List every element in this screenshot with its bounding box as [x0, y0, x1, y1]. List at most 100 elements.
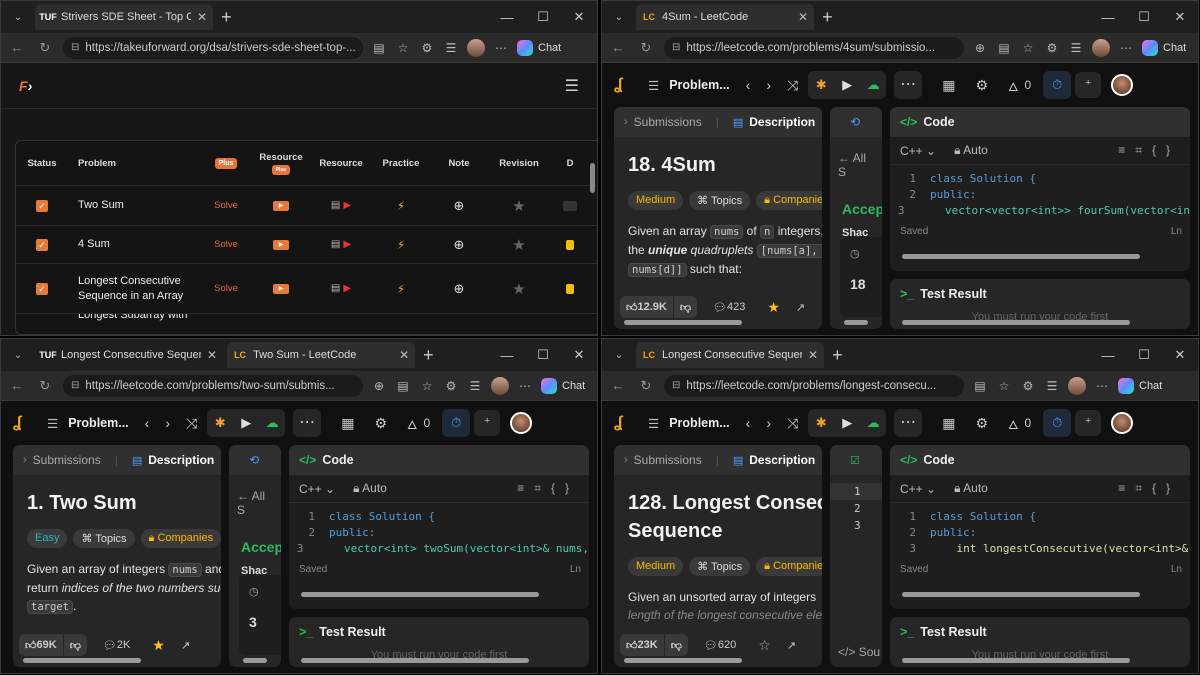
more-icon[interactable]: ⋯ — [1114, 41, 1138, 55]
revision-star-icon[interactable]: ★ — [512, 280, 525, 298]
youtube-icon[interactable]: ▶ — [343, 200, 351, 211]
site-info-icon[interactable]: ⊟ — [672, 380, 680, 391]
add-note-icon[interactable]: ⊕ — [454, 198, 465, 214]
history-icon[interactable]: ⟲ — [229, 445, 281, 475]
tab-description[interactable]: ▤ Description — [733, 115, 815, 129]
favorites-icon[interactable]: ☰ — [463, 379, 487, 393]
article-icon[interactable]: ▤ — [331, 200, 340, 211]
more-icon[interactable]: ⋯ — [1090, 379, 1114, 393]
copilot-chat-button[interactable]: Chat — [517, 39, 561, 56]
site-info-icon[interactable]: ⊟ — [672, 42, 680, 53]
horizontal-scrollbar[interactable] — [23, 658, 141, 663]
share-icon[interactable]: ↗ — [181, 639, 190, 652]
checkbox-icon[interactable]: ☑ — [830, 445, 882, 475]
address-bar[interactable]: ⊟ https://takeuforward.org/dsa/strivers-s… — [63, 36, 363, 59]
source-tab[interactable]: </> Sou — [838, 645, 880, 659]
tab-actions-menu[interactable]: ⌄ — [5, 344, 31, 366]
like-button[interactable]: 👍︎ 69K — [19, 634, 63, 656]
refresh-button[interactable]: ↻ — [33, 40, 57, 56]
plus-video-icon[interactable]: ▶ — [273, 200, 289, 211]
next-problem-icon[interactable]: › — [766, 415, 771, 431]
maximize-button[interactable]: ☐ — [1126, 9, 1162, 25]
solve-link[interactable]: Solve — [214, 283, 238, 294]
extensions-icon[interactable]: ⚙ — [1040, 41, 1064, 55]
code-lines[interactable]: 1 class Solution { 2 public: 3 int longest… — [890, 503, 1190, 557]
test-result-header[interactable]: >_ Test Result — [890, 279, 1190, 309]
youtube-icon[interactable]: ▶ — [343, 283, 351, 294]
prev-problem-icon[interactable]: ‹ — [145, 415, 150, 431]
horizontal-scrollbar[interactable] — [624, 320, 742, 325]
problem-list-button[interactable]: ☰ Problem... — [648, 78, 730, 93]
settings-gear-icon[interactable]: ⚙ — [374, 415, 387, 432]
more-icon[interactable]: ⋯ — [489, 41, 513, 55]
solve-link[interactable]: Solve — [214, 200, 238, 211]
more-options-button[interactable]: ⋯ — [894, 71, 923, 99]
settings-gear-icon[interactable]: ⚙ — [975, 77, 988, 94]
horizontal-scrollbar[interactable] — [301, 658, 529, 663]
debug-icon[interactable]: ✱ — [808, 415, 834, 431]
profile-avatar[interactable] — [1068, 376, 1086, 395]
reader-icon[interactable]: ▤ — [992, 41, 1016, 55]
revision-star-icon[interactable]: ★ — [512, 197, 525, 215]
tab-longest-consecutive-tuf[interactable]: TUF Longest Consecutive Sequence in ✕ — [35, 342, 223, 368]
user-avatar[interactable] — [1111, 74, 1134, 96]
add-user-icon[interactable]: ⁺ — [1075, 72, 1102, 98]
tab-submissions[interactable]: › Submissions — [624, 115, 702, 129]
tab-submissions[interactable]: › Submissions — [624, 453, 702, 467]
topics-chip[interactable]: ⌘ Topics — [689, 557, 751, 576]
youtube-icon[interactable]: ▶ — [343, 239, 351, 250]
debug-icon[interactable]: ✱ — [808, 77, 834, 93]
refresh-button[interactable]: ↻ — [33, 378, 57, 394]
run-icon[interactable]: ▶ — [834, 77, 860, 93]
streak-counter[interactable]: 🜂 0 — [407, 411, 430, 436]
favorite-star-icon[interactable]: ☆ — [1016, 41, 1040, 55]
close-tab-icon[interactable]: ✕ — [399, 348, 409, 362]
share-icon[interactable]: ↗ — [796, 301, 805, 314]
autocomplete-toggle[interactable]: 🔒︎ Auto — [954, 143, 988, 158]
extensions-icon[interactable]: ⚙ — [439, 379, 463, 393]
maximize-button[interactable]: ☐ — [525, 9, 561, 25]
test-result-header[interactable]: >_ Test Result — [289, 617, 589, 647]
close-tab-icon[interactable]: ✕ — [197, 10, 207, 24]
test-result-header[interactable]: >_ Test Result — [890, 617, 1190, 647]
plus-video-icon[interactable]: ▶ — [273, 283, 289, 294]
tab-actions-menu[interactable]: ⌄ — [606, 344, 632, 366]
minimize-button[interactable]: — — [1090, 348, 1126, 363]
tab-longest-consecutive[interactable]: LC Longest Consecutive Sequence - L ✕ — [636, 342, 825, 368]
code-lines[interactable]: 1 class Solution { 2 public: 3 vector<int>… — [289, 503, 589, 557]
back-button[interactable]: ← — [5, 40, 29, 55]
favorite-star-icon[interactable]: ★ — [152, 637, 165, 654]
address-bar[interactable]: ⊟ https://leetcode.com/problems/4sum/subm… — [664, 36, 964, 59]
code-lines[interactable]: 1 class Solution { 2 public: 3 vector<vect… — [890, 165, 1190, 219]
address-bar[interactable]: ⊟ https://leetcode.com/problems/longest-c… — [664, 374, 964, 397]
hamburger-menu-icon[interactable]: ☰ — [565, 76, 579, 96]
favorite-star-icon[interactable]: ☆ — [758, 637, 771, 654]
add-note-icon[interactable]: ⊕ — [454, 281, 465, 297]
problem-name[interactable]: Two Sum — [68, 198, 200, 213]
copilot-chat-button[interactable]: Chat — [1142, 39, 1186, 56]
timer-icon[interactable]: ⏱ — [1043, 71, 1072, 99]
reader-icon[interactable]: ▤ — [968, 379, 992, 393]
tab-actions-menu[interactable]: ⌄ — [5, 6, 31, 28]
next-problem-icon[interactable]: › — [766, 77, 771, 93]
like-button[interactable]: 👍︎ 23K — [620, 634, 664, 656]
prev-problem-icon[interactable]: ‹ — [746, 77, 751, 93]
article-icon[interactable]: ▤ — [331, 283, 340, 294]
autocomplete-toggle[interactable]: 🔒︎ Auto — [353, 481, 387, 496]
back-button[interactable]: ← — [5, 378, 29, 393]
language-select[interactable]: C++ ⌄ — [900, 144, 936, 158]
solve-link[interactable]: Solve — [214, 239, 238, 250]
horizontal-scrollbar[interactable] — [902, 658, 1130, 663]
leetcode-logo-icon[interactable]: ʆ — [614, 76, 638, 94]
tab-description[interactable]: ▤ Description — [132, 453, 214, 467]
back-button[interactable]: ← — [606, 378, 630, 393]
shuffle-icon[interactable]: ⤨ — [787, 415, 798, 432]
extensions-icon[interactable]: ⚙ — [415, 41, 439, 55]
copilot-chat-button[interactable]: Chat — [541, 377, 585, 394]
maximize-button[interactable]: ☐ — [1126, 347, 1162, 363]
back-button[interactable]: ← — [606, 40, 630, 55]
close-window-button[interactable]: ✕ — [1162, 347, 1198, 363]
timer-icon[interactable]: ⏱ — [1043, 409, 1072, 437]
practice-icon[interactable]: ⚡ — [397, 199, 405, 213]
user-avatar[interactable] — [1111, 412, 1134, 434]
